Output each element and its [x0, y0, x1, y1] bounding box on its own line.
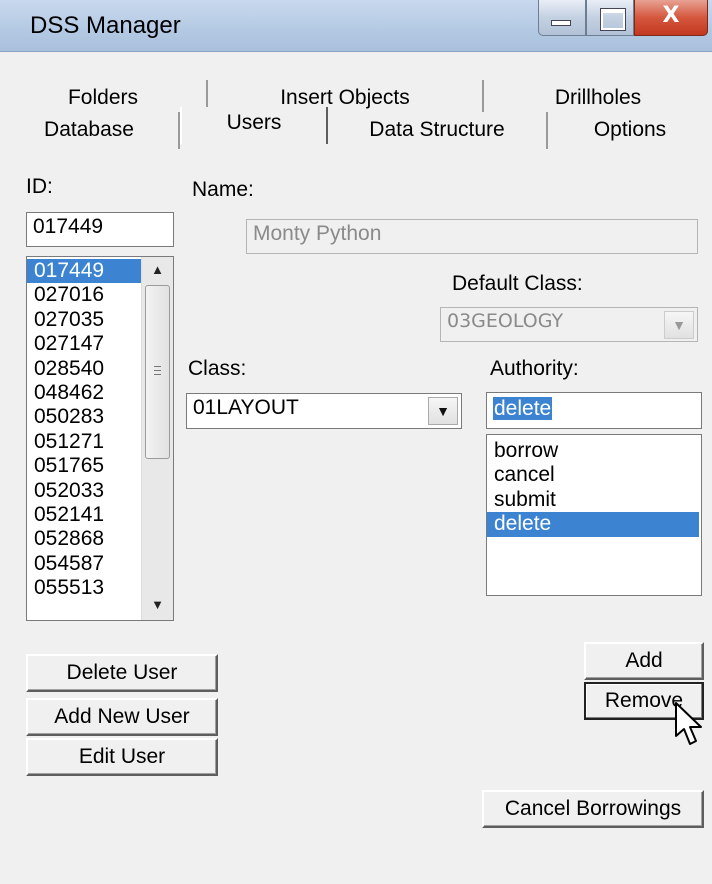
edit-user-button[interactable]: Edit User [26, 738, 218, 776]
list-item[interactable]: 017449 [27, 259, 141, 284]
name-field: Monty Python [246, 219, 698, 254]
user-id-list[interactable]: 017449 027016 027035 027147 028540 04846… [26, 256, 174, 621]
list-item[interactable]: cancel [487, 463, 699, 487]
list-item[interactable]: submit [487, 488, 699, 512]
cancel-borrowings-button[interactable]: Cancel Borrowings [482, 790, 704, 828]
authority-input[interactable]: delete [486, 392, 702, 429]
down-arrow-icon[interactable]: ▼ [142, 592, 173, 618]
tab-data-structure[interactable]: Data Structure [328, 112, 548, 149]
add-button[interactable]: Add [584, 642, 704, 680]
default-class-select: 03GEOLOGY [440, 307, 698, 342]
list-item[interactable]: 027016 [27, 283, 141, 307]
id-input[interactable]: 017449 [26, 212, 174, 247]
list-item[interactable]: 050283 [27, 405, 141, 429]
class-label: Class: [188, 357, 247, 380]
tab-users[interactable]: Users [180, 107, 328, 144]
default-class-value: 03GEOLOGY [447, 310, 564, 332]
list-item[interactable]: 052868 [27, 527, 141, 551]
list-item[interactable]: borrow [487, 439, 699, 463]
id-label: ID: [26, 175, 53, 198]
scrollbar-thumb[interactable] [145, 285, 170, 459]
list-item[interactable]: 028540 [27, 357, 141, 381]
chevron-down-icon[interactable]: ▼ [428, 397, 458, 425]
list-item[interactable]: 054587 [27, 552, 141, 576]
up-arrow-icon[interactable]: ▲ [142, 257, 173, 283]
authority-value: delete [493, 397, 553, 420]
authority-label: Authority: [490, 357, 579, 380]
class-value: 01LAYOUT [193, 396, 299, 419]
tab-options[interactable]: Options [548, 112, 712, 149]
add-new-user-button[interactable]: Add New User [26, 698, 218, 736]
maximize-icon[interactable] [586, 0, 634, 36]
title-bar[interactable]: DSS Manager X [0, 0, 712, 52]
delete-user-button[interactable]: Delete User [26, 654, 218, 692]
list-item[interactable]: 055513 [27, 576, 141, 600]
close-icon[interactable]: X [634, 0, 708, 36]
mouse-pointer-icon [675, 702, 702, 745]
list-item[interactable]: 027147 [27, 332, 141, 356]
list-item[interactable]: 052141 [27, 503, 141, 527]
list-item[interactable]: 051271 [27, 430, 141, 454]
user-list-scrollbar[interactable]: ▲ ▼ [141, 257, 173, 620]
list-item[interactable]: 052033 [27, 479, 141, 503]
list-item[interactable]: 051765 [27, 454, 141, 478]
chevron-down-icon: ▼ [664, 311, 694, 339]
list-item[interactable]: delete [487, 512, 699, 537]
window-title: DSS Manager [30, 12, 181, 39]
authority-list[interactable]: borrow cancel submit delete [486, 434, 702, 596]
tab-database[interactable]: Database [0, 112, 180, 149]
list-item[interactable]: 048462 [27, 381, 141, 405]
default-class-label: Default Class: [452, 272, 583, 295]
class-select[interactable]: 01LAYOUT [186, 393, 462, 429]
minimize-icon[interactable] [538, 0, 586, 36]
list-item[interactable]: 027035 [27, 308, 141, 332]
name-label: Name: [192, 178, 254, 201]
